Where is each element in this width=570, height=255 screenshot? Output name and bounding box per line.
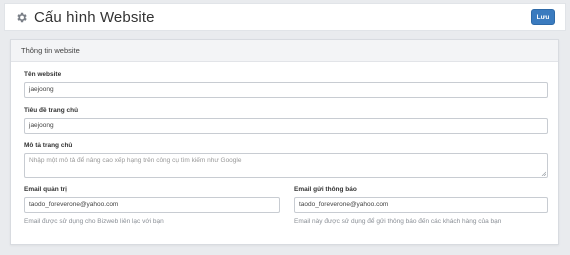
notification-email-input[interactable]: taodo_foreverone@yahoo.com bbox=[294, 197, 548, 213]
page-header: Cấu hình Website Lưu bbox=[4, 3, 566, 31]
notification-email-label: Email gửi thông báo bbox=[294, 186, 357, 193]
homepage-title-label: Tiêu đề trang chủ bbox=[24, 107, 79, 114]
homepage-description-placeholder: Nhập một mô tả để nâng cao xếp hạng trên… bbox=[29, 157, 242, 164]
save-button[interactable]: Lưu bbox=[531, 9, 555, 25]
website-name-label: Tên website bbox=[24, 71, 62, 78]
homepage-title-input[interactable]: jaejoong bbox=[24, 118, 548, 134]
panel-title: Thông tin website bbox=[11, 40, 558, 62]
homepage-description-label: Mô tả trang chủ bbox=[24, 142, 73, 149]
page-title: Cấu hình Website bbox=[34, 8, 155, 26]
admin-email-label: Email quản trị bbox=[24, 186, 67, 193]
admin-email-help: Email được sử dụng cho Bizweb liên lạc v… bbox=[24, 218, 164, 225]
website-name-input[interactable]: jaejoong bbox=[24, 82, 548, 98]
homepage-description-textarea[interactable]: Nhập một mô tả để nâng cao xếp hạng trên… bbox=[24, 153, 548, 178]
website-info-panel: Thông tin website Tên website jaejoong T… bbox=[10, 39, 559, 245]
gear-icon bbox=[14, 10, 28, 24]
notification-email-help: Email này được sử dụng để gửi thông báo … bbox=[294, 218, 502, 225]
resize-handle-icon[interactable] bbox=[541, 171, 547, 177]
admin-email-input[interactable]: taodo_foreverone@yahoo.com bbox=[24, 197, 280, 213]
